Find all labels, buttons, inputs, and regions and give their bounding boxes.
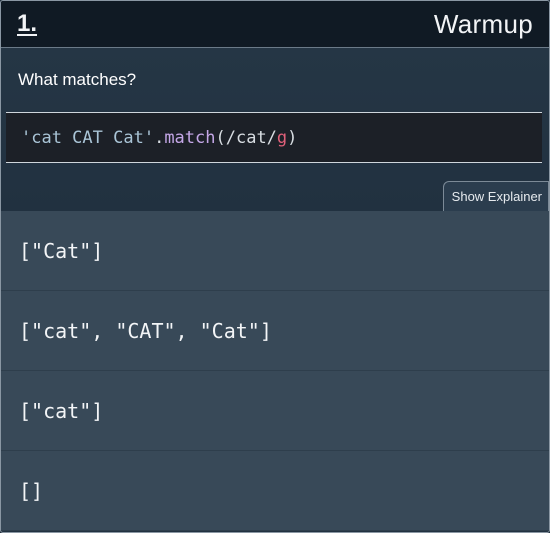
answer-option[interactable]: [] [1,451,549,531]
question-title: Warmup [433,8,533,39]
code-token-close-paren: ) [287,127,298,148]
answer-list: ["Cat"] ["cat", "CAT", "Cat"] ["cat"] [] [1,211,549,531]
question-header: 1. Warmup [1,1,549,48]
answer-option[interactable]: ["Cat"] [1,211,549,291]
answer-option[interactable]: ["cat", "CAT", "Cat"] [1,291,549,371]
question-prompt: What matches? [18,70,137,89]
quiz-card: 1. Warmup What matches? 'cat CAT Cat'. ma… [0,0,550,533]
code-token-flag: g [276,127,288,148]
show-explainer-button[interactable]: Show Explainer [442,181,549,211]
answer-option[interactable]: ["cat"] [1,371,549,451]
code-token-dot: . [154,127,165,148]
code-token-string: 'cat CAT Cat' [21,127,155,148]
question-area: What matches? 'cat CAT Cat'. match (/cat/g… [1,48,549,211]
code-token-method: match [164,127,216,148]
question-number: 1. [17,10,38,37]
code-snippet: 'cat CAT Cat'. match (/cat/g) [6,112,542,163]
code-token-regex: (/cat/ [215,127,277,148]
